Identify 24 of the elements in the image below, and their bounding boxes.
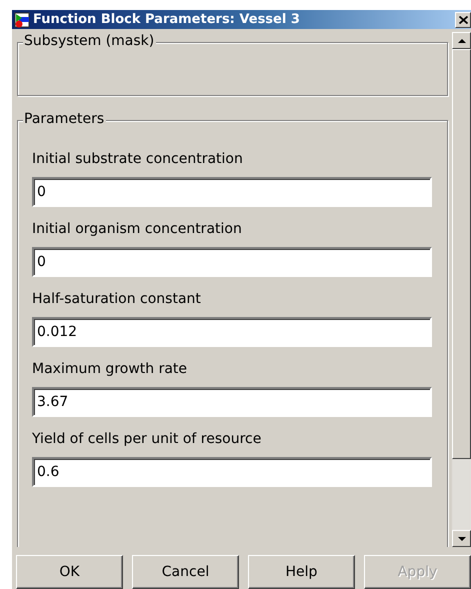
field-label: Half-saturation constant bbox=[32, 291, 202, 309]
close-icon bbox=[458, 16, 468, 24]
dialog-button[interactable]: OK bbox=[16, 555, 123, 589]
field-label: Yield of cells per unit of resource bbox=[32, 431, 262, 449]
field-label: Maximum growth rate bbox=[32, 361, 188, 379]
input-field[interactable]: 0.012 bbox=[32, 317, 432, 347]
group-legend: Subsystem (mask) bbox=[23, 33, 156, 49]
block-diagram-icon bbox=[14, 12, 30, 28]
field-label: Initial substrate concentration bbox=[32, 151, 244, 169]
input-field[interactable]: 0.6 bbox=[32, 457, 432, 487]
scroll-thumb[interactable] bbox=[452, 49, 471, 459]
input-field[interactable]: 0 bbox=[32, 247, 432, 277]
scrollbar[interactable] bbox=[452, 32, 471, 547]
window-title: Function Block Parameters: Vessel 3 bbox=[33, 12, 301, 27]
scroll-up-button[interactable] bbox=[452, 32, 471, 49]
field-label: Initial organism concentration bbox=[32, 221, 243, 239]
close-button[interactable] bbox=[455, 12, 471, 28]
down-arrow-icon bbox=[458, 536, 466, 540]
input-field[interactable]: 0 bbox=[32, 177, 432, 207]
input-field[interactable]: 3.67 bbox=[32, 387, 432, 417]
dialog-button[interactable]: Cancel bbox=[132, 555, 239, 589]
up-arrow-icon bbox=[458, 38, 466, 42]
scroll-down-button[interactable] bbox=[452, 530, 471, 547]
dialog-button[interactable]: Help bbox=[248, 555, 355, 589]
